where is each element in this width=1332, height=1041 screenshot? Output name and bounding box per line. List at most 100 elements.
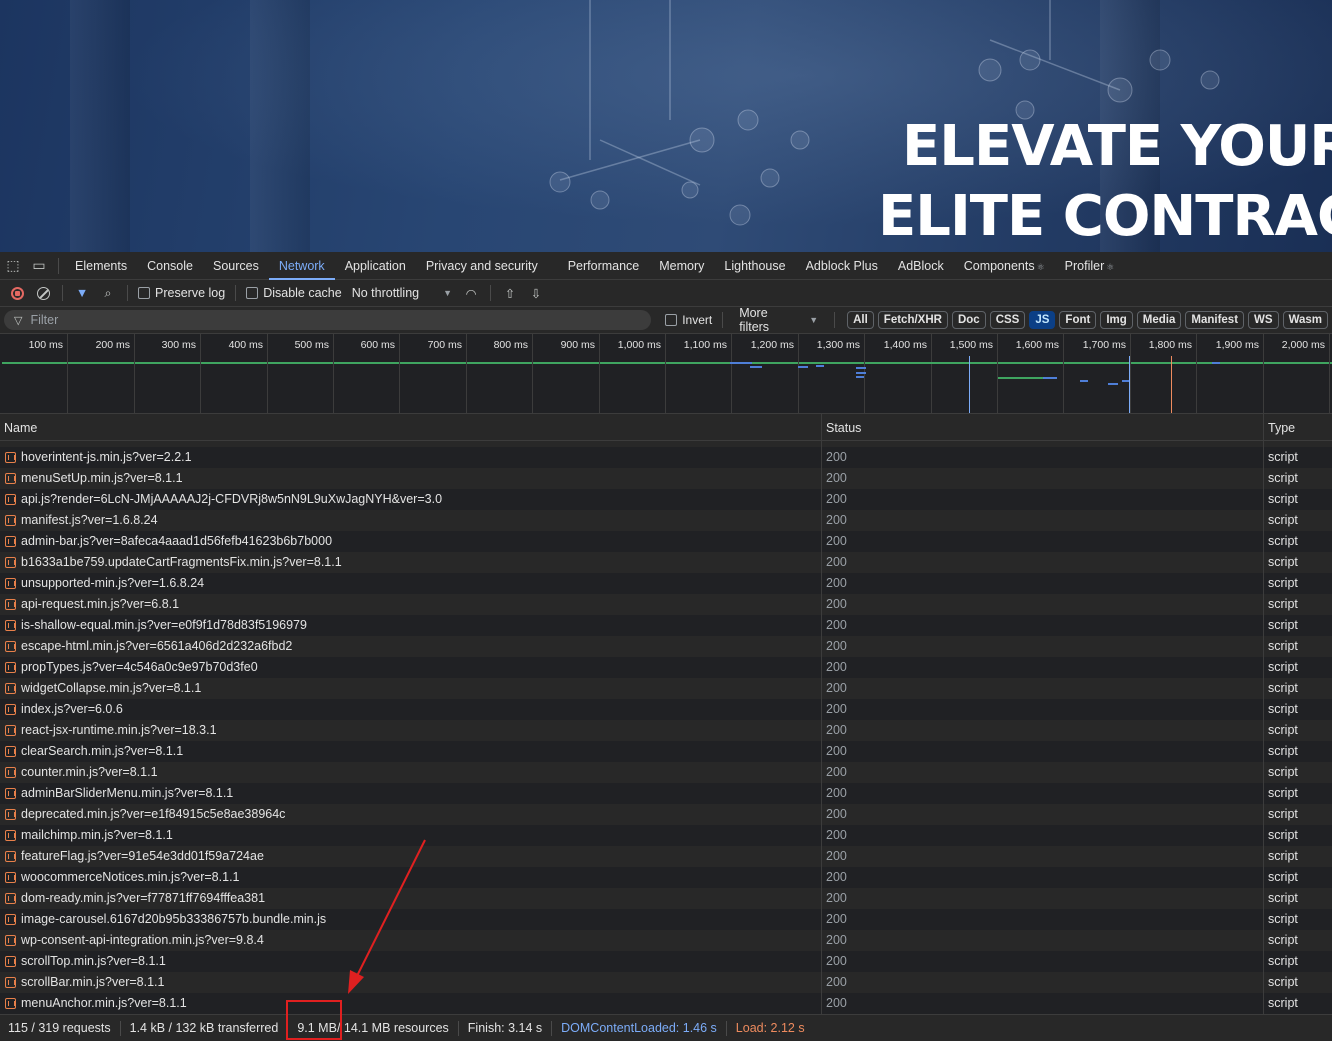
table-row[interactable]: mailchimp.min.js?ver=8.1.1 200 script <box>0 825 1332 846</box>
tab-components[interactable]: Components ⚛ <box>954 252 1055 280</box>
filter-chip-ws[interactable]: WS <box>1248 311 1279 329</box>
cell-type: script <box>1268 555 1298 569</box>
request-name: index.js?ver=6.0.6 <box>21 702 123 716</box>
filter-chip-css[interactable]: CSS <box>989 311 1026 329</box>
cell-type: script <box>1268 828 1298 842</box>
filter-chip-doc[interactable]: Doc <box>951 311 986 329</box>
disable-cache-checkbox[interactable]: Disable cache <box>242 286 346 300</box>
import-har-icon[interactable]: ⇧ <box>497 280 523 306</box>
clear-icon[interactable] <box>30 280 56 306</box>
table-row[interactable]: menuSetUp.min.js?ver=8.1.1 200 script <box>0 468 1332 489</box>
request-name: escape-html.min.js?ver=6561a406d2d232a6f… <box>21 639 293 653</box>
table-row[interactable]: woocommerceNotices.min.js?ver=8.1.1 200 sc… <box>0 867 1332 888</box>
table-row[interactable]: api-request.min.js?ver=6.8.1 200 script <box>0 594 1332 615</box>
table-row[interactable]: react-jsx-runtime.min.js?ver=18.3.1 200 sc… <box>0 720 1332 741</box>
table-row[interactable]: featureFlag.js?ver=91e54e3dd01f59a724ae 2… <box>0 846 1332 867</box>
hero-heading-line2: ELITE CONTRACT <box>878 184 1332 249</box>
column-header-type[interactable]: Type <box>1264 414 1332 441</box>
tab-label: Application <box>344 258 406 273</box>
cell-name: deprecated.min.js?ver=e1f84915c5e8ae3896… <box>0 804 822 825</box>
table-row[interactable]: widgetCollapse.min.js?ver=8.1.1 200 script <box>0 678 1332 699</box>
table-row[interactable]: admin-bar.js?ver=8afeca4aaad1d56fefb4162… <box>0 531 1332 552</box>
request-name: hoverintent-js.min.js?ver=2.2.1 <box>21 450 192 464</box>
tab-memory[interactable]: Memory <box>649 252 714 280</box>
table-row[interactable]: escape-html.min.js?ver=6561a406d2d232a6f… <box>0 636 1332 657</box>
table-header: Name Status Type <box>0 414 1332 441</box>
inspect-element-icon[interactable]: ⬚ <box>0 252 26 280</box>
tab-privacy-and-security[interactable]: Privacy and security <box>416 252 548 280</box>
script-file-icon <box>5 662 16 673</box>
timeline-request-bar <box>1080 380 1088 382</box>
timeline-main-line <box>2 362 1332 364</box>
throttling-select[interactable]: No throttling ▼ <box>346 286 458 300</box>
table-row[interactable]: scrollTop.min.js?ver=8.1.1 200 script <box>0 951 1332 972</box>
filter-input[interactable]: ▽ Filter <box>4 310 652 330</box>
tab-elements[interactable]: Elements <box>65 252 137 280</box>
table-row[interactable]: wp-consent-api-integration.min.js?ver=9.… <box>0 930 1332 951</box>
filter-chip-manifest[interactable]: Manifest <box>1185 311 1245 329</box>
column-header-status[interactable]: Status <box>822 414 1264 441</box>
request-name: counter.min.js?ver=8.1.1 <box>21 765 158 779</box>
filter-chip-media[interactable]: Media <box>1136 311 1182 329</box>
tab-label: Sources <box>212 258 259 273</box>
cell-name: react-jsx-runtime.min.js?ver=18.3.1 <box>0 720 822 741</box>
tab-performance[interactable]: Performance <box>558 252 650 280</box>
timeline-request-bar <box>856 376 864 378</box>
tab-profiler[interactable]: Profiler ⚛ <box>1055 252 1125 280</box>
filter-chip-fetch-xhr[interactable]: Fetch/XHR <box>877 311 948 329</box>
cell-status: 200 <box>822 468 1264 489</box>
cell-status: 200 <box>822 783 1264 804</box>
table-row[interactable]: dom-ready.min.js?ver=f77871ff7694fffea38… <box>0 888 1332 909</box>
table-row[interactable]: image-carousel.6167d20b95b33386757b.bund… <box>0 909 1332 930</box>
page-hero-banner: ELEVATE YOUR S ELITE CONTRACT <box>0 0 1332 252</box>
network-conditions-icon[interactable]: ◠ <box>458 280 484 306</box>
table-row[interactable]: is-shallow-equal.min.js?ver=e0f9f1d78d83… <box>0 615 1332 636</box>
preserve-log-checkbox[interactable]: Preserve log <box>134 286 229 300</box>
column-header-name[interactable]: Name <box>0 414 822 441</box>
request-name: react-jsx-runtime.min.js?ver=18.3.1 <box>21 723 217 737</box>
record-icon[interactable] <box>4 280 30 306</box>
divider <box>457 1020 459 1036</box>
table-row[interactable]: menuAnchor.min.js?ver=8.1.1 200 script <box>0 993 1332 1014</box>
table-row[interactable]: counter.min.js?ver=8.1.1 200 script <box>0 762 1332 783</box>
search-icon[interactable]: ⌕ <box>95 280 121 306</box>
filter-icon[interactable]: ▼ <box>69 280 95 306</box>
device-toolbar-icon[interactable]: ▭ <box>26 252 52 280</box>
invert-checkbox[interactable]: Invert <box>661 313 716 327</box>
table-row[interactable]: b1633a1be759.updateCartFragmentsFix.min.… <box>0 552 1332 573</box>
tab-sources[interactable]: Sources <box>203 252 269 280</box>
table-row[interactable]: scrollBar.min.js?ver=8.1.1 200 script <box>0 972 1332 993</box>
table-row[interactable]: hoverintent-js.min.js?ver=2.2.1 200 script <box>0 447 1332 468</box>
table-row[interactable]: deprecated.min.js?ver=e1f84915c5e8ae3896… <box>0 804 1332 825</box>
filter-chip-all[interactable]: All <box>847 311 874 329</box>
timeline-tick-label: 800 ms <box>493 339 528 351</box>
tab-console[interactable]: Console <box>137 252 203 280</box>
table-row[interactable]: unsupported-min.js?ver=1.6.8.24 200 script <box>0 573 1332 594</box>
tab-network[interactable]: Network <box>268 252 335 280</box>
cell-name: counter.min.js?ver=8.1.1 <box>0 762 822 783</box>
tab-adblock-plus[interactable]: Adblock Plus <box>796 252 888 280</box>
request-name: mailchimp.min.js?ver=8.1.1 <box>21 828 173 842</box>
cell-type: script <box>1268 996 1298 1010</box>
tab-lighthouse[interactable]: Lighthouse <box>714 252 795 280</box>
cell-name: mailchimp.min.js?ver=8.1.1 <box>0 825 822 846</box>
filter-chip-font[interactable]: Font <box>1059 311 1097 329</box>
table-row[interactable]: adminBarSliderMenu.min.js?ver=8.1.1 200 sc… <box>0 783 1332 804</box>
cell-type: script <box>1268 513 1298 527</box>
table-row[interactable]: propTypes.js?ver=4c546a0c9e97b70d3fe0 200… <box>0 657 1332 678</box>
table-row[interactable]: clearSearch.min.js?ver=8.1.1 200 script <box>0 741 1332 762</box>
table-row[interactable]: index.js?ver=6.0.6 200 script <box>0 699 1332 720</box>
divider <box>834 312 836 328</box>
filter-chip-js[interactable]: JS <box>1029 311 1056 329</box>
hero-heading-line1: ELEVATE YOUR S <box>902 114 1332 179</box>
tab-application[interactable]: Application <box>335 252 416 280</box>
request-name: menuAnchor.min.js?ver=8.1.1 <box>21 996 187 1010</box>
filter-chip-img[interactable]: Img <box>1100 311 1133 329</box>
filter-chip-wasm[interactable]: Wasm <box>1282 311 1329 329</box>
table-row[interactable]: manifest.js?ver=1.6.8.24 200 script <box>0 510 1332 531</box>
tab-adblock[interactable]: AdBlock <box>888 252 954 280</box>
table-row[interactable]: api.js?render=6LcN-JMjAAAAAJ2j-CFDVRj8w5… <box>0 489 1332 510</box>
request-name: unsupported-min.js?ver=1.6.8.24 <box>21 576 205 590</box>
more-filters-dropdown[interactable]: More filters ▼ <box>729 306 828 334</box>
export-har-icon[interactable]: ⇩ <box>523 280 549 306</box>
